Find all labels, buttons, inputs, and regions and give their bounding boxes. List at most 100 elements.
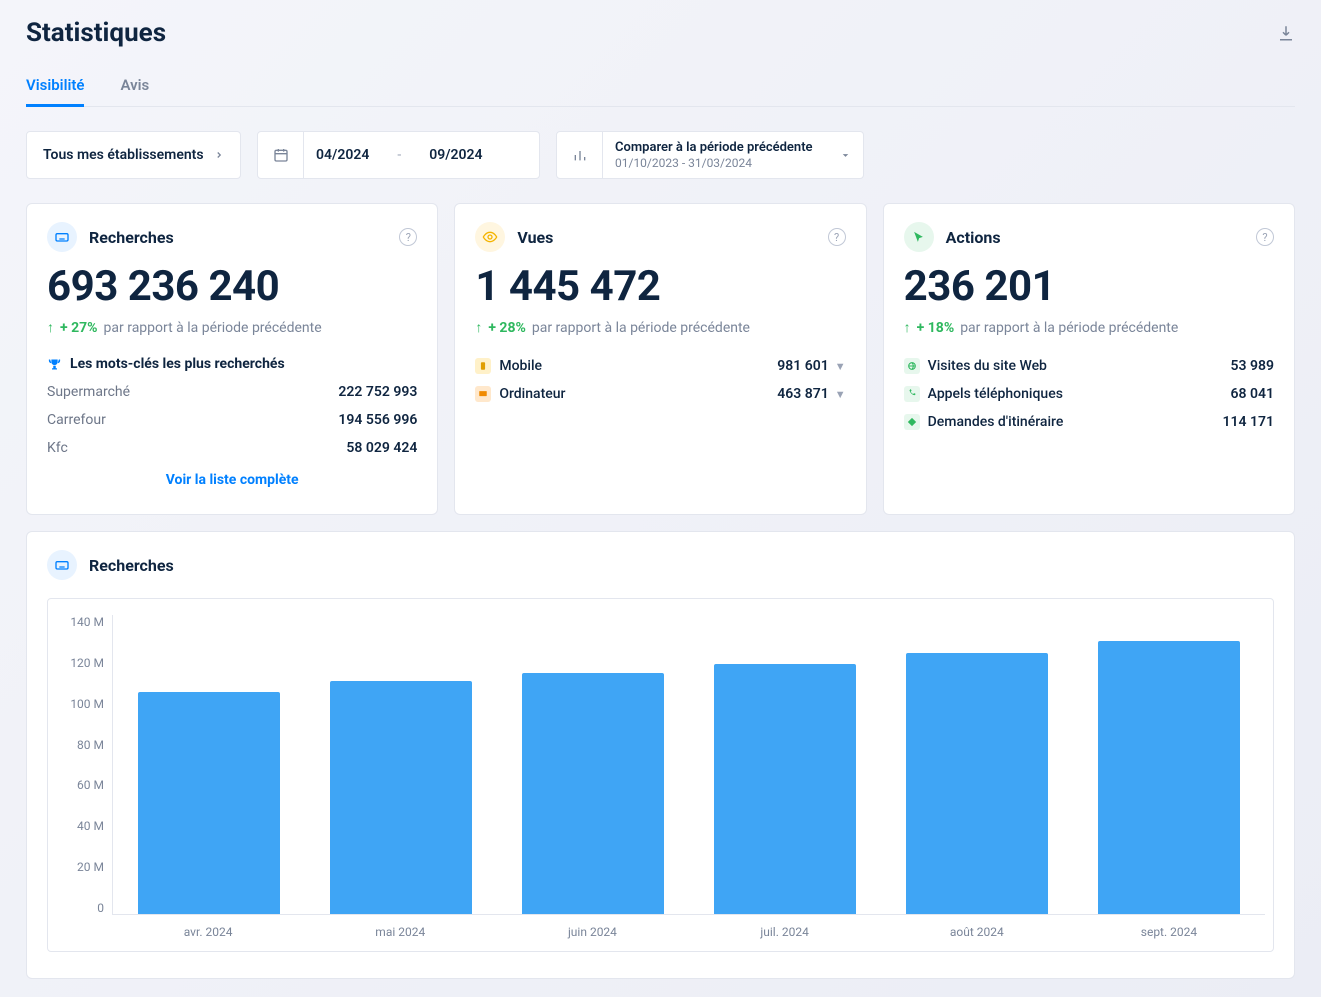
action-label: Visites du site Web <box>928 358 1047 374</box>
chart-searches: Recherches 140 M120 M100 M80 M60 M40 M20… <box>26 531 1295 979</box>
chevron-down-icon <box>840 150 851 161</box>
searches-subtitle: Les mots-clés les plus recherchés <box>70 356 285 372</box>
bar-chart-icon <box>557 132 603 178</box>
eye-icon <box>475 222 505 252</box>
trophy-icon <box>47 357 62 372</box>
bar[interactable] <box>1098 641 1240 914</box>
chart-title: Recherches <box>89 556 174 575</box>
keyword-label: Kfc <box>47 440 68 456</box>
actions-trend-pct: + 18% <box>917 320 955 336</box>
tab-visibility[interactable]: Visibilité <box>26 76 84 107</box>
bar-column <box>881 615 1073 914</box>
device-value: 463 871 <box>777 386 828 402</box>
card-searches: Recherches ? 693 236 240 ↑ + 27% par rap… <box>26 203 438 515</box>
globe-icon <box>904 358 920 374</box>
y-tick: 0 <box>97 901 104 915</box>
bar[interactable] <box>330 681 472 914</box>
device-row[interactable]: Ordinateur 463 871 ▼ <box>475 386 845 402</box>
see-full-list-link[interactable]: Voir la liste complète <box>47 472 417 488</box>
download-icon[interactable] <box>1277 24 1295 42</box>
compare-subtitle: 01/10/2023 - 31/03/2024 <box>615 156 813 170</box>
searches-trend-pct: + 27% <box>60 320 98 336</box>
device-value: 981 601 <box>777 358 828 374</box>
actions-title: Actions <box>946 228 1001 247</box>
x-tick: sept. 2024 <box>1073 925 1265 939</box>
calendar-icon <box>258 132 304 178</box>
plot-area <box>112 615 1265 915</box>
y-axis: 140 M120 M100 M80 M60 M40 M20 M0 <box>56 615 112 915</box>
page-title: Statistiques <box>26 18 166 48</box>
bar-column <box>689 615 881 914</box>
device-label: Ordinateur <box>499 386 565 402</box>
keyword-row: Carrefour 194 556 996 <box>47 412 417 428</box>
filter-bar: Tous mes établissements 04/2024 - 09/202… <box>26 131 1295 179</box>
views-trend-pct: + 28% <box>488 320 526 336</box>
y-tick: 140 M <box>70 615 104 629</box>
bar-column <box>1073 615 1265 914</box>
x-tick: août 2024 <box>881 925 1073 939</box>
bar[interactable] <box>714 664 856 914</box>
device-row[interactable]: Mobile 981 601 ▼ <box>475 358 845 374</box>
bar[interactable] <box>522 673 664 914</box>
action-row: Appels téléphoniques 68 041 <box>904 386 1274 402</box>
help-icon[interactable]: ? <box>1256 228 1274 246</box>
keyword-label: Carrefour <box>47 412 106 428</box>
date-to[interactable]: 09/2024 <box>429 147 482 163</box>
actions-value: 236 201 <box>904 262 1274 311</box>
help-icon[interactable]: ? <box>399 228 417 246</box>
x-tick: juin 2024 <box>496 925 688 939</box>
y-tick: 60 M <box>77 778 104 792</box>
chevron-right-icon <box>214 150 224 160</box>
bar-column <box>305 615 497 914</box>
y-tick: 120 M <box>70 656 104 670</box>
y-tick: 40 M <box>77 819 104 833</box>
chart-canvas: 140 M120 M100 M80 M60 M40 M20 M0 avr. 20… <box>47 598 1274 952</box>
views-value: 1 445 472 <box>475 262 845 311</box>
keyboard-icon <box>47 550 77 580</box>
x-axis: avr. 2024mai 2024juin 2024juil. 2024août… <box>112 925 1265 939</box>
views-trend-text: par rapport à la période précédente <box>532 320 750 336</box>
searches-trend-text: par rapport à la période précédente <box>104 320 322 336</box>
card-actions: Actions ? 236 201 ↑ + 18% par rapport à … <box>883 203 1295 515</box>
establishments-label: Tous mes établissements <box>43 147 204 163</box>
searches-title: Recherches <box>89 228 174 247</box>
keyword-value: 58 029 424 <box>346 440 417 456</box>
help-icon[interactable]: ? <box>828 228 846 246</box>
action-label: Demandes d'itinéraire <box>928 414 1064 430</box>
device-label: Mobile <box>499 358 542 374</box>
keyword-value: 222 752 993 <box>338 384 417 400</box>
cursor-icon <box>904 222 934 252</box>
keyboard-icon <box>47 222 77 252</box>
arrow-up-icon: ↑ <box>475 319 482 336</box>
keyword-row: Kfc 58 029 424 <box>47 440 417 456</box>
bar[interactable] <box>138 692 280 914</box>
action-label: Appels téléphoniques <box>928 386 1063 402</box>
bar-column <box>113 615 305 914</box>
tabs: Visibilité Avis <box>26 76 1295 107</box>
directions-icon <box>904 414 920 430</box>
compare-period-dropdown[interactable]: Comparer à la période précédente 01/10/2… <box>556 131 864 179</box>
action-value: 68 041 <box>1231 386 1274 402</box>
y-tick: 20 M <box>77 860 104 874</box>
keyword-label: Supermarché <box>47 384 130 400</box>
actions-trend-text: par rapport à la période précédente <box>960 320 1178 336</box>
phone-icon <box>904 386 920 402</box>
bar-column <box>497 615 689 914</box>
x-tick: mai 2024 <box>304 925 496 939</box>
chevron-down-icon: ▼ <box>835 360 846 373</box>
chevron-down-icon: ▼ <box>835 388 846 401</box>
date-range-filter: 04/2024 - 09/2024 <box>257 131 540 179</box>
tab-reviews[interactable]: Avis <box>120 76 149 106</box>
bar[interactable] <box>906 653 1048 914</box>
compare-title: Comparer à la période précédente <box>615 140 813 155</box>
establishments-dropdown[interactable]: Tous mes établissements <box>26 131 241 179</box>
arrow-up-icon: ↑ <box>904 319 911 336</box>
date-separator: - <box>397 147 401 163</box>
action-value: 114 171 <box>1223 414 1274 430</box>
date-from[interactable]: 04/2024 <box>316 147 369 163</box>
action-value: 53 989 <box>1231 358 1274 374</box>
views-title: Vues <box>517 228 553 247</box>
keyword-row: Supermarché 222 752 993 <box>47 384 417 400</box>
x-tick: avr. 2024 <box>112 925 304 939</box>
action-row: Demandes d'itinéraire 114 171 <box>904 414 1274 430</box>
